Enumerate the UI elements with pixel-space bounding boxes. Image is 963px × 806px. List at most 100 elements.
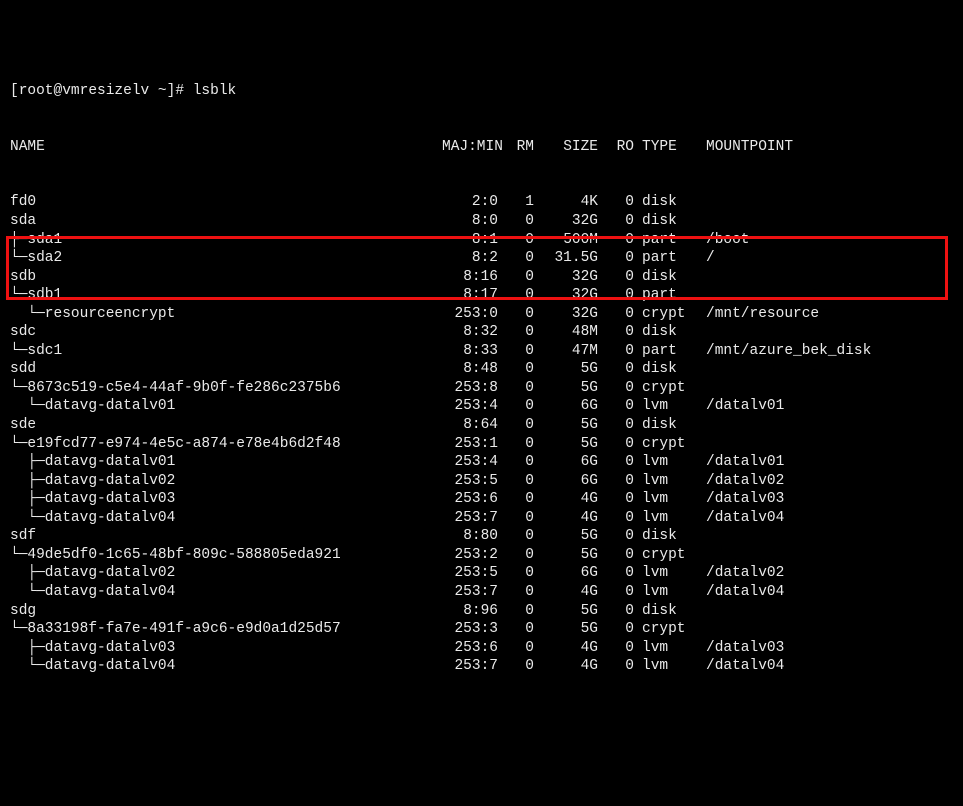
cell-ro: 0: [598, 620, 634, 639]
cell-rm: 0: [498, 546, 534, 565]
cell-size: 4G: [534, 490, 598, 509]
cell-rm: 0: [498, 342, 534, 361]
cell-mountpoint: [692, 435, 953, 454]
table-row: sdc8:32048M0disk: [10, 323, 953, 342]
cell-ro: 0: [598, 527, 634, 546]
cell-majmin: 253:6: [442, 639, 498, 658]
cell-size: 4G: [534, 509, 598, 528]
cell-type: disk: [634, 602, 692, 621]
cell-majmin: 253:8: [442, 379, 498, 398]
cell-ro: 0: [598, 657, 634, 676]
table-row: └─sdb18:17032G0part: [10, 286, 953, 305]
cell-ro: 0: [598, 546, 634, 565]
cell-majmin: 8:17: [442, 286, 498, 305]
cell-type: part: [634, 342, 692, 361]
cell-ro: 0: [598, 286, 634, 305]
cell-size: 5G: [534, 435, 598, 454]
cell-size: 5G: [534, 379, 598, 398]
cell-mountpoint: [692, 360, 953, 379]
cell-mountpoint: [692, 193, 953, 212]
table-row: sdd8:4805G0disk: [10, 360, 953, 379]
device-name: sda: [10, 212, 442, 231]
device-name: sdb: [10, 268, 442, 287]
cell-mountpoint: [692, 546, 953, 565]
cell-ro: 0: [598, 323, 634, 342]
table-row: └─datavg-datalv01253:406G0lvm/datalv01: [10, 397, 953, 416]
cell-size: 47M: [534, 342, 598, 361]
cell-size: 5G: [534, 602, 598, 621]
cell-majmin: 253:7: [442, 583, 498, 602]
cell-mountpoint: /datalv03: [692, 490, 953, 509]
cell-ro: 0: [598, 360, 634, 379]
cell-mountpoint: [692, 212, 953, 231]
lsblk-header-row: NAME MAJ:MIN RM SIZE RO TYPE MOUNTPOINT: [10, 138, 953, 157]
cell-rm: 0: [498, 509, 534, 528]
cell-rm: 0: [498, 472, 534, 491]
device-name: └─8673c519-c5e4-44af-9b0f-fe286c2375b6: [10, 379, 442, 398]
device-name: └─datavg-datalv04: [10, 509, 442, 528]
device-name: sdd: [10, 360, 442, 379]
device-name: └─datavg-datalv04: [10, 657, 442, 676]
cell-rm: 0: [498, 397, 534, 416]
device-name: ├─datavg-datalv03: [10, 639, 442, 658]
cell-majmin: 253:7: [442, 509, 498, 528]
cell-rm: 0: [498, 379, 534, 398]
table-row: └─sda28:2031.5G0part/: [10, 249, 953, 268]
cell-rm: 0: [498, 564, 534, 583]
cell-mountpoint: /datalv01: [692, 397, 953, 416]
table-row: fd02:014K0disk: [10, 193, 953, 212]
table-row: sdg8:9605G0disk: [10, 602, 953, 621]
cell-rm: 0: [498, 416, 534, 435]
device-name: └─e19fcd77-e974-4e5c-a874-e78e4b6d2f48: [10, 435, 442, 454]
cell-type: lvm: [634, 490, 692, 509]
cell-majmin: 8:16: [442, 268, 498, 287]
table-row: └─49de5df0-1c65-48bf-809c-588805eda92125…: [10, 546, 953, 565]
cell-ro: 0: [598, 490, 634, 509]
device-name: ├─datavg-datalv02: [10, 472, 442, 491]
cell-size: 32G: [534, 286, 598, 305]
cell-type: lvm: [634, 657, 692, 676]
cell-ro: 0: [598, 602, 634, 621]
table-row: sdf8:8005G0disk: [10, 527, 953, 546]
table-row: ├─datavg-datalv02253:506G0lvm/datalv02: [10, 564, 953, 583]
table-row: ├─datavg-datalv03253:604G0lvm/datalv03: [10, 490, 953, 509]
cell-mountpoint: /datalv04: [692, 509, 953, 528]
cell-majmin: 8:64: [442, 416, 498, 435]
cell-ro: 0: [598, 268, 634, 287]
device-name: sdg: [10, 602, 442, 621]
cell-majmin: 253:3: [442, 620, 498, 639]
cell-size: 6G: [534, 472, 598, 491]
col-name: NAME: [10, 138, 442, 157]
cell-size: 48M: [534, 323, 598, 342]
table-row: └─sdc18:33047M0part/mnt/azure_bek_disk: [10, 342, 953, 361]
cell-majmin: 8:2: [442, 249, 498, 268]
cell-rm: 0: [498, 657, 534, 676]
cell-mountpoint: /boot: [692, 231, 953, 250]
cell-mountpoint: /datalv02: [692, 472, 953, 491]
cell-type: crypt: [634, 379, 692, 398]
cell-ro: 0: [598, 435, 634, 454]
cell-ro: 0: [598, 639, 634, 658]
cell-majmin: 253:1: [442, 435, 498, 454]
table-row: ├─datavg-datalv03253:604G0lvm/datalv03: [10, 639, 953, 658]
cell-majmin: 8:33: [442, 342, 498, 361]
cell-mountpoint: [692, 379, 953, 398]
device-name: └─datavg-datalv01: [10, 397, 442, 416]
cell-size: 31.5G: [534, 249, 598, 268]
cell-mountpoint: /: [692, 249, 953, 268]
device-name: └─sda2: [10, 249, 442, 268]
cell-majmin: 253:7: [442, 657, 498, 676]
cell-majmin: 8:96: [442, 602, 498, 621]
device-name: └─sdc1: [10, 342, 442, 361]
cell-ro: 0: [598, 231, 634, 250]
device-name: └─sdb1: [10, 286, 442, 305]
device-name: sdf: [10, 527, 442, 546]
device-name: sdc: [10, 323, 442, 342]
cell-mountpoint: /mnt/resource: [692, 305, 953, 324]
cell-ro: 0: [598, 583, 634, 602]
cell-type: crypt: [634, 546, 692, 565]
cell-type: lvm: [634, 583, 692, 602]
cell-rm: 0: [498, 527, 534, 546]
cell-rm: 1: [498, 193, 534, 212]
table-row: └─datavg-datalv04253:704G0lvm/datalv04: [10, 657, 953, 676]
